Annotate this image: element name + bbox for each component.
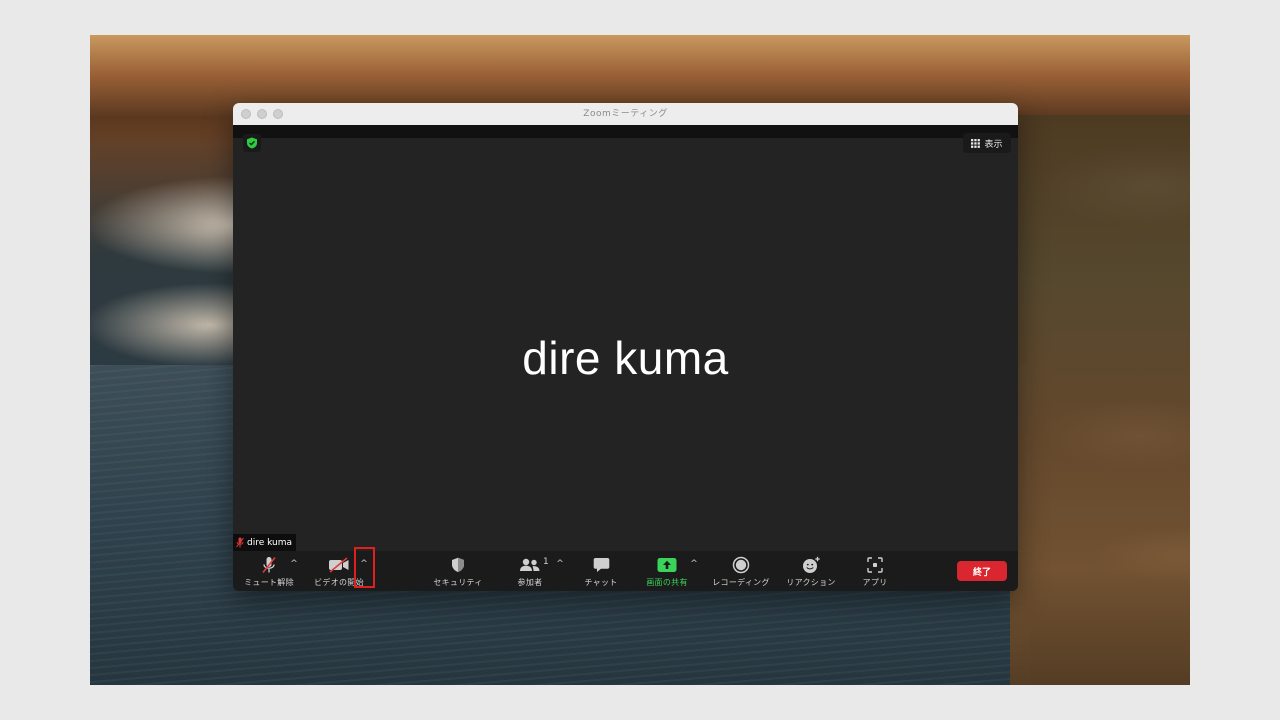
reactions-label: リアクション bbox=[786, 578, 836, 587]
chat-bubble-icon bbox=[593, 558, 609, 572]
audio-options-caret[interactable]: ^ bbox=[288, 559, 300, 569]
share-options-caret[interactable]: ^ bbox=[688, 559, 700, 569]
window-titlebar[interactable]: Zoomミーティング bbox=[233, 103, 1018, 126]
security-label: セキュリティ bbox=[433, 578, 483, 587]
shield-check-icon bbox=[247, 137, 257, 149]
view-button[interactable]: 表示 bbox=[963, 133, 1011, 153]
microphone-muted-icon bbox=[262, 557, 276, 573]
chat-label: チャット bbox=[584, 578, 618, 587]
view-label: 表示 bbox=[984, 139, 1003, 150]
record-circle-icon bbox=[732, 556, 750, 574]
apps-button[interactable]: アプリ bbox=[858, 555, 892, 589]
share-screen-arrow-icon bbox=[657, 558, 677, 572]
microphone-muted-icon bbox=[236, 537, 244, 548]
reactions-button[interactable]: リアクション bbox=[782, 555, 840, 589]
encryption-badge[interactable] bbox=[243, 134, 261, 152]
name-tag-label: dire kuma bbox=[247, 537, 293, 548]
apps-icon bbox=[867, 557, 883, 573]
participant-name-tag: dire kuma bbox=[233, 534, 297, 551]
recording-button[interactable]: レコーディング bbox=[709, 555, 773, 589]
grid-icon bbox=[971, 138, 981, 148]
smiley-plus-icon bbox=[802, 556, 820, 573]
end-meeting-button[interactable]: 終了 bbox=[957, 561, 1007, 581]
chat-button[interactable]: チャット bbox=[579, 555, 623, 589]
zoom-meeting-window: Zoomミーティング 表示 dire kuma dire kuma ミュート解除… bbox=[233, 103, 1018, 591]
video-caret-highlight bbox=[354, 547, 375, 588]
share-screen-label: 画面の共有 bbox=[646, 578, 688, 587]
wallpaper-coast bbox=[1010, 115, 1190, 685]
unmute-label: ミュート解除 bbox=[244, 578, 294, 587]
people-icon bbox=[520, 558, 540, 571]
participants-options-caret[interactable]: ^ bbox=[554, 559, 566, 569]
stage-top-bar bbox=[233, 125, 1018, 138]
share-screen-button[interactable]: 画面の共有 bbox=[639, 555, 695, 589]
participant-display-name: dire kuma bbox=[522, 332, 729, 384]
shield-icon bbox=[452, 557, 464, 572]
recording-label: レコーディング bbox=[712, 578, 770, 587]
apps-label: アプリ bbox=[862, 578, 888, 587]
video-camera-off-icon bbox=[329, 557, 349, 573]
meeting-toolbar: ミュート解除 ^ ビデオの開始 ^ セキュリティ 参加者 1 ^ チャット 画面… bbox=[233, 551, 1018, 591]
window-title: Zoomミーティング bbox=[583, 109, 668, 119]
participants-label: 参加者 bbox=[517, 578, 543, 587]
participants-count: 1 bbox=[543, 557, 549, 567]
security-button[interactable]: セキュリティ bbox=[428, 555, 488, 589]
